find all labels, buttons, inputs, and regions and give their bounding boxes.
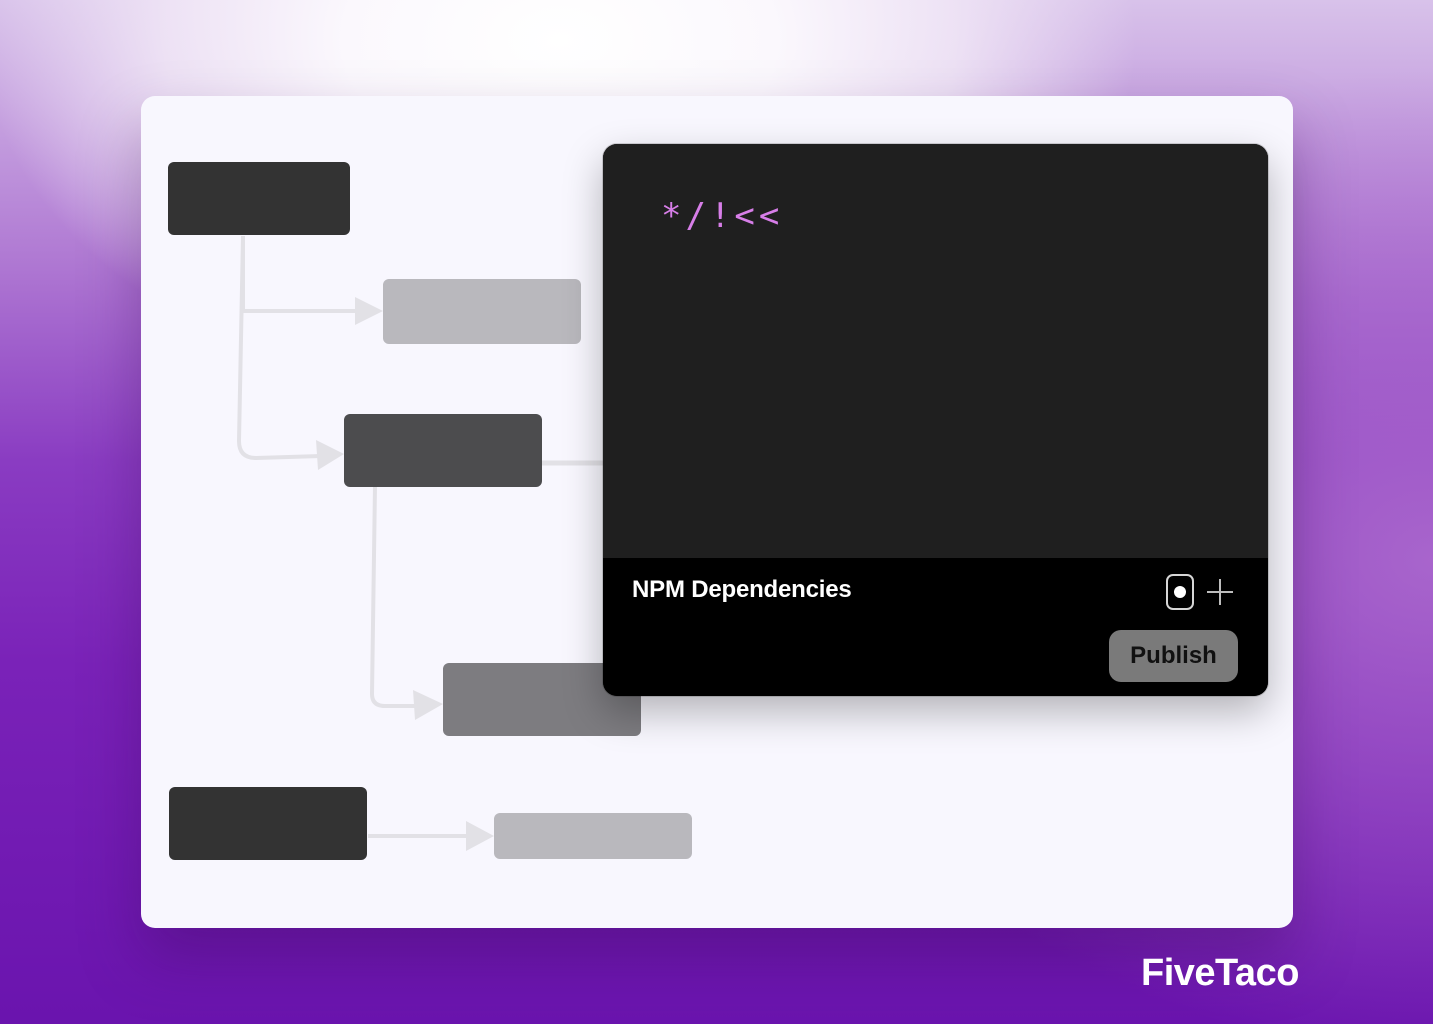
toggle-icon[interactable] — [1166, 574, 1194, 610]
code-editor[interactable]: */!<< — [603, 144, 1268, 558]
panel-title: NPM Dependencies — [632, 576, 852, 603]
workflow-canvas: */!<< NPM Dependencies Publish — [141, 96, 1293, 928]
plus-icon[interactable] — [1206, 578, 1234, 606]
arrow-a-c — [316, 440, 344, 470]
workflow-node-e[interactable] — [169, 787, 367, 860]
workflow-node-a[interactable] — [168, 162, 350, 235]
edge-c-d — [369, 485, 423, 708]
publish-button[interactable]: Publish — [1109, 630, 1238, 682]
workflow-node-b[interactable] — [383, 279, 581, 344]
arrow-e-f — [466, 821, 494, 851]
workflow-node-c[interactable] — [344, 414, 542, 487]
workflow-node-f[interactable] — [494, 813, 692, 859]
code-snippet: */!<< — [661, 196, 784, 236]
panel-footer: NPM Dependencies Publish — [603, 558, 1268, 696]
brand-logo: FiveTaco — [1141, 952, 1299, 994]
edge-a-b — [241, 236, 373, 313]
node-detail-panel: */!<< NPM Dependencies Publish — [603, 144, 1268, 696]
edge-a-c — [236, 235, 322, 461]
arrow-c-d — [413, 690, 443, 720]
arrow-a-b — [355, 297, 383, 325]
